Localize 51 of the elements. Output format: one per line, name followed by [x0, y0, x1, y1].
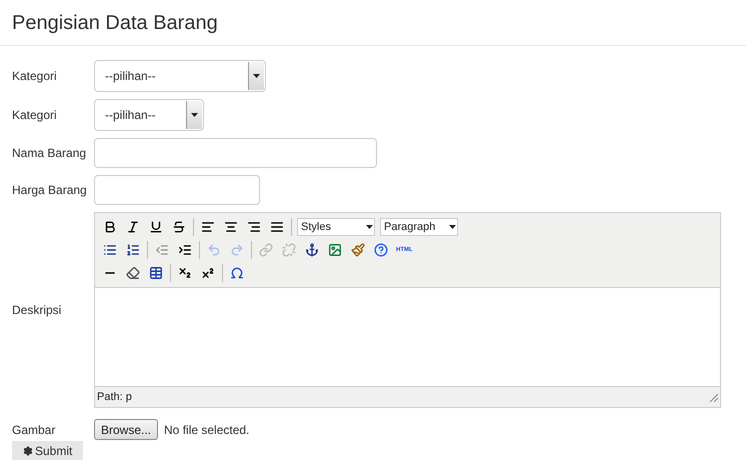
field-label: Nama Barang: [12, 145, 88, 162]
superscript-icon: [201, 266, 215, 280]
align-left-icon: [201, 220, 215, 234]
field-label: Kategori: [12, 107, 58, 124]
eraser-icon: [126, 266, 140, 280]
justify-icon: [270, 220, 284, 234]
undo-icon: [207, 243, 221, 257]
bold-icon: [103, 220, 117, 234]
strikethrough-icon: [172, 220, 186, 234]
category-select[interactable]: --pilihan--: [94, 99, 204, 131]
outdent-icon: [155, 243, 169, 257]
browse-button[interactable]: Browse...: [94, 419, 158, 440]
format-select[interactable]: Styles: [297, 218, 375, 236]
toolbar-button[interactable]: [303, 241, 321, 259]
numbered-list-icon: [126, 243, 140, 257]
bullet-list-icon: [103, 243, 117, 257]
editor-path: Path: p: [97, 390, 132, 405]
format-select[interactable]: Paragraph: [380, 218, 458, 236]
submit-button[interactable]: Submit: [12, 441, 84, 460]
toolbar-button[interactable]: [147, 264, 165, 282]
gear-icon: [23, 446, 33, 456]
field-label: Deskripsi: [12, 302, 62, 319]
table-icon: [149, 266, 163, 280]
omega-icon: [230, 266, 244, 280]
underline-icon: [149, 220, 163, 234]
caret-icon: [253, 74, 260, 78]
image-icon: [328, 243, 342, 257]
text-input[interactable]: [94, 138, 377, 168]
toolbar-button[interactable]: [124, 264, 142, 282]
subscript-icon: [178, 266, 192, 280]
caret-icon: [191, 113, 198, 117]
link-icon: [259, 243, 273, 257]
page-title: Pengisian Data Barang: [12, 11, 219, 36]
anchor-icon: [305, 243, 319, 257]
unlink-icon: [282, 243, 296, 257]
field-label: Gambar: [12, 422, 56, 438]
align-right-icon: [247, 220, 261, 234]
redo-icon: [230, 243, 244, 257]
help-icon: [374, 243, 388, 257]
category-select[interactable]: --pilihan--: [94, 60, 266, 92]
italic-icon: [126, 220, 140, 234]
field-label: Harga Barang: [12, 182, 88, 199]
caret-icon: [366, 225, 373, 229]
brush-icon: [351, 243, 365, 257]
file-status: No file selected.: [164, 422, 250, 438]
text-input[interactable]: [94, 175, 260, 205]
field-label: Kategori: [12, 68, 58, 85]
resize-handle-icon[interactable]: [708, 392, 718, 402]
indent-icon: [178, 243, 192, 257]
caret-icon: [449, 225, 456, 229]
align-center-icon: [224, 220, 238, 234]
